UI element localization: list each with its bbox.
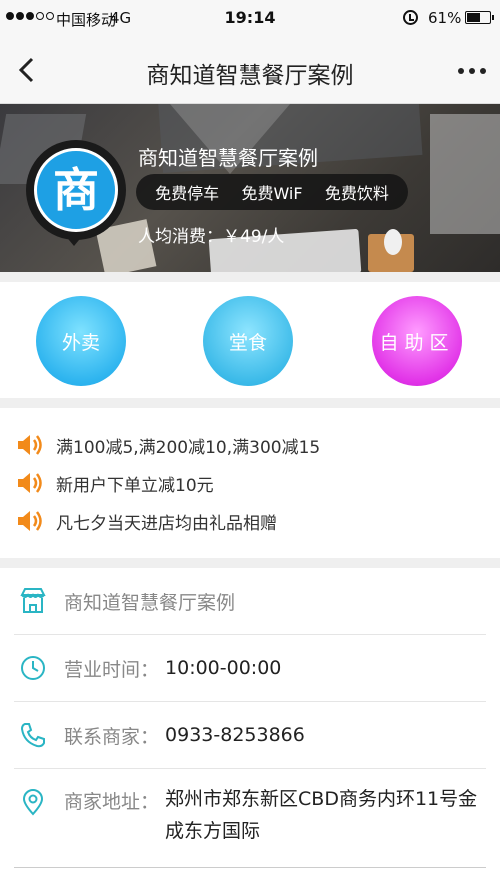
- rotation-lock-icon: [403, 10, 418, 25]
- status-time: 19:14: [224, 8, 276, 27]
- info-row-hours: 营业时间： 10:00-00:00: [14, 635, 486, 702]
- background-mouse: [384, 229, 402, 255]
- tag-parking: 免费停车: [155, 184, 220, 203]
- divider: [14, 867, 486, 868]
- promotions-list: 满100减5,满200减10,满300减15 新用户下单立减10元 凡七夕当天进…: [0, 408, 500, 558]
- battery-percentage: 61%: [428, 9, 462, 27]
- hours-label: 营业时间：: [64, 658, 160, 681]
- logo-tail: [64, 234, 84, 246]
- speaker-icon: [18, 473, 42, 493]
- promotion-text: 凡七夕当天进店均由礼品相赠: [56, 513, 277, 534]
- promotion-item: 满100减5,满200减10,满300减15: [0, 426, 500, 464]
- tag-wifi: 免费WiF: [241, 184, 303, 203]
- promotion-text: 满100减5,满200减10,满300减15: [56, 437, 321, 458]
- dine-in-button[interactable]: 堂食: [203, 296, 293, 386]
- phone-label: 联系商家：: [64, 725, 160, 748]
- battery-icon: [465, 11, 494, 24]
- more-dots-icon[interactable]: [458, 68, 486, 74]
- shop-logo: 商: [34, 148, 118, 232]
- address-label: 商家地址：: [64, 791, 160, 813]
- hours-value: 10:00-00:00: [165, 657, 282, 679]
- status-bar: 中国移动 4G 19:14 61%: [0, 0, 500, 36]
- shop-name-label: 商知道智慧餐厅案例: [64, 591, 236, 614]
- average-spend: 人均消费：￥49/人: [138, 227, 285, 247]
- amenity-tags: 免费停车 免费WiF 免费饮料: [136, 174, 408, 210]
- location-pin-icon: [22, 789, 44, 816]
- shop-banner: 商 商知道智慧餐厅案例 免费停车 免费WiF 免费饮料 人均消费：￥49/人: [0, 104, 500, 272]
- navigation-bar: 商知道智慧餐厅案例: [0, 36, 500, 104]
- store-icon: [20, 588, 46, 613]
- info-row-phone[interactable]: 联系商家： 0933-8253866: [14, 702, 486, 769]
- phone-icon: [20, 723, 45, 748]
- shop-info-list: 商知道智慧餐厅案例 营业时间： 10:00-00:00 联系商家： 0933-8…: [0, 568, 500, 889]
- background-paper: [430, 114, 500, 234]
- info-row-name[interactable]: 商知道智慧餐厅案例: [14, 568, 486, 635]
- clock-icon: [21, 656, 45, 680]
- info-row-address[interactable]: 商家地址： 郑州市郑东新区CBD商务内环11号金成东方国际: [14, 769, 486, 859]
- page-title: 商知道智慧餐厅案例: [146, 63, 354, 89]
- takeout-button[interactable]: 外卖: [36, 296, 126, 386]
- promotion-item: 凡七夕当天进店均由礼品相赠: [0, 502, 500, 540]
- promotion-item: 新用户下单立减10元: [0, 464, 500, 502]
- self-service-button[interactable]: 自助区: [372, 296, 462, 386]
- shop-name: 商知道智慧餐厅案例: [138, 146, 318, 170]
- quick-entry-panel: 外卖 堂食 自助区: [0, 282, 500, 398]
- address-value: 郑州市郑东新区CBD商务内环11号金成东方国际: [165, 788, 478, 842]
- logo-char: 商: [53, 163, 99, 217]
- promotion-text: 新用户下单立减10元: [56, 475, 214, 496]
- tag-drinks: 免费饮料: [324, 184, 389, 203]
- speaker-icon: [18, 435, 42, 455]
- speaker-icon: [18, 511, 42, 531]
- phone-value[interactable]: 0933-8253866: [165, 724, 305, 746]
